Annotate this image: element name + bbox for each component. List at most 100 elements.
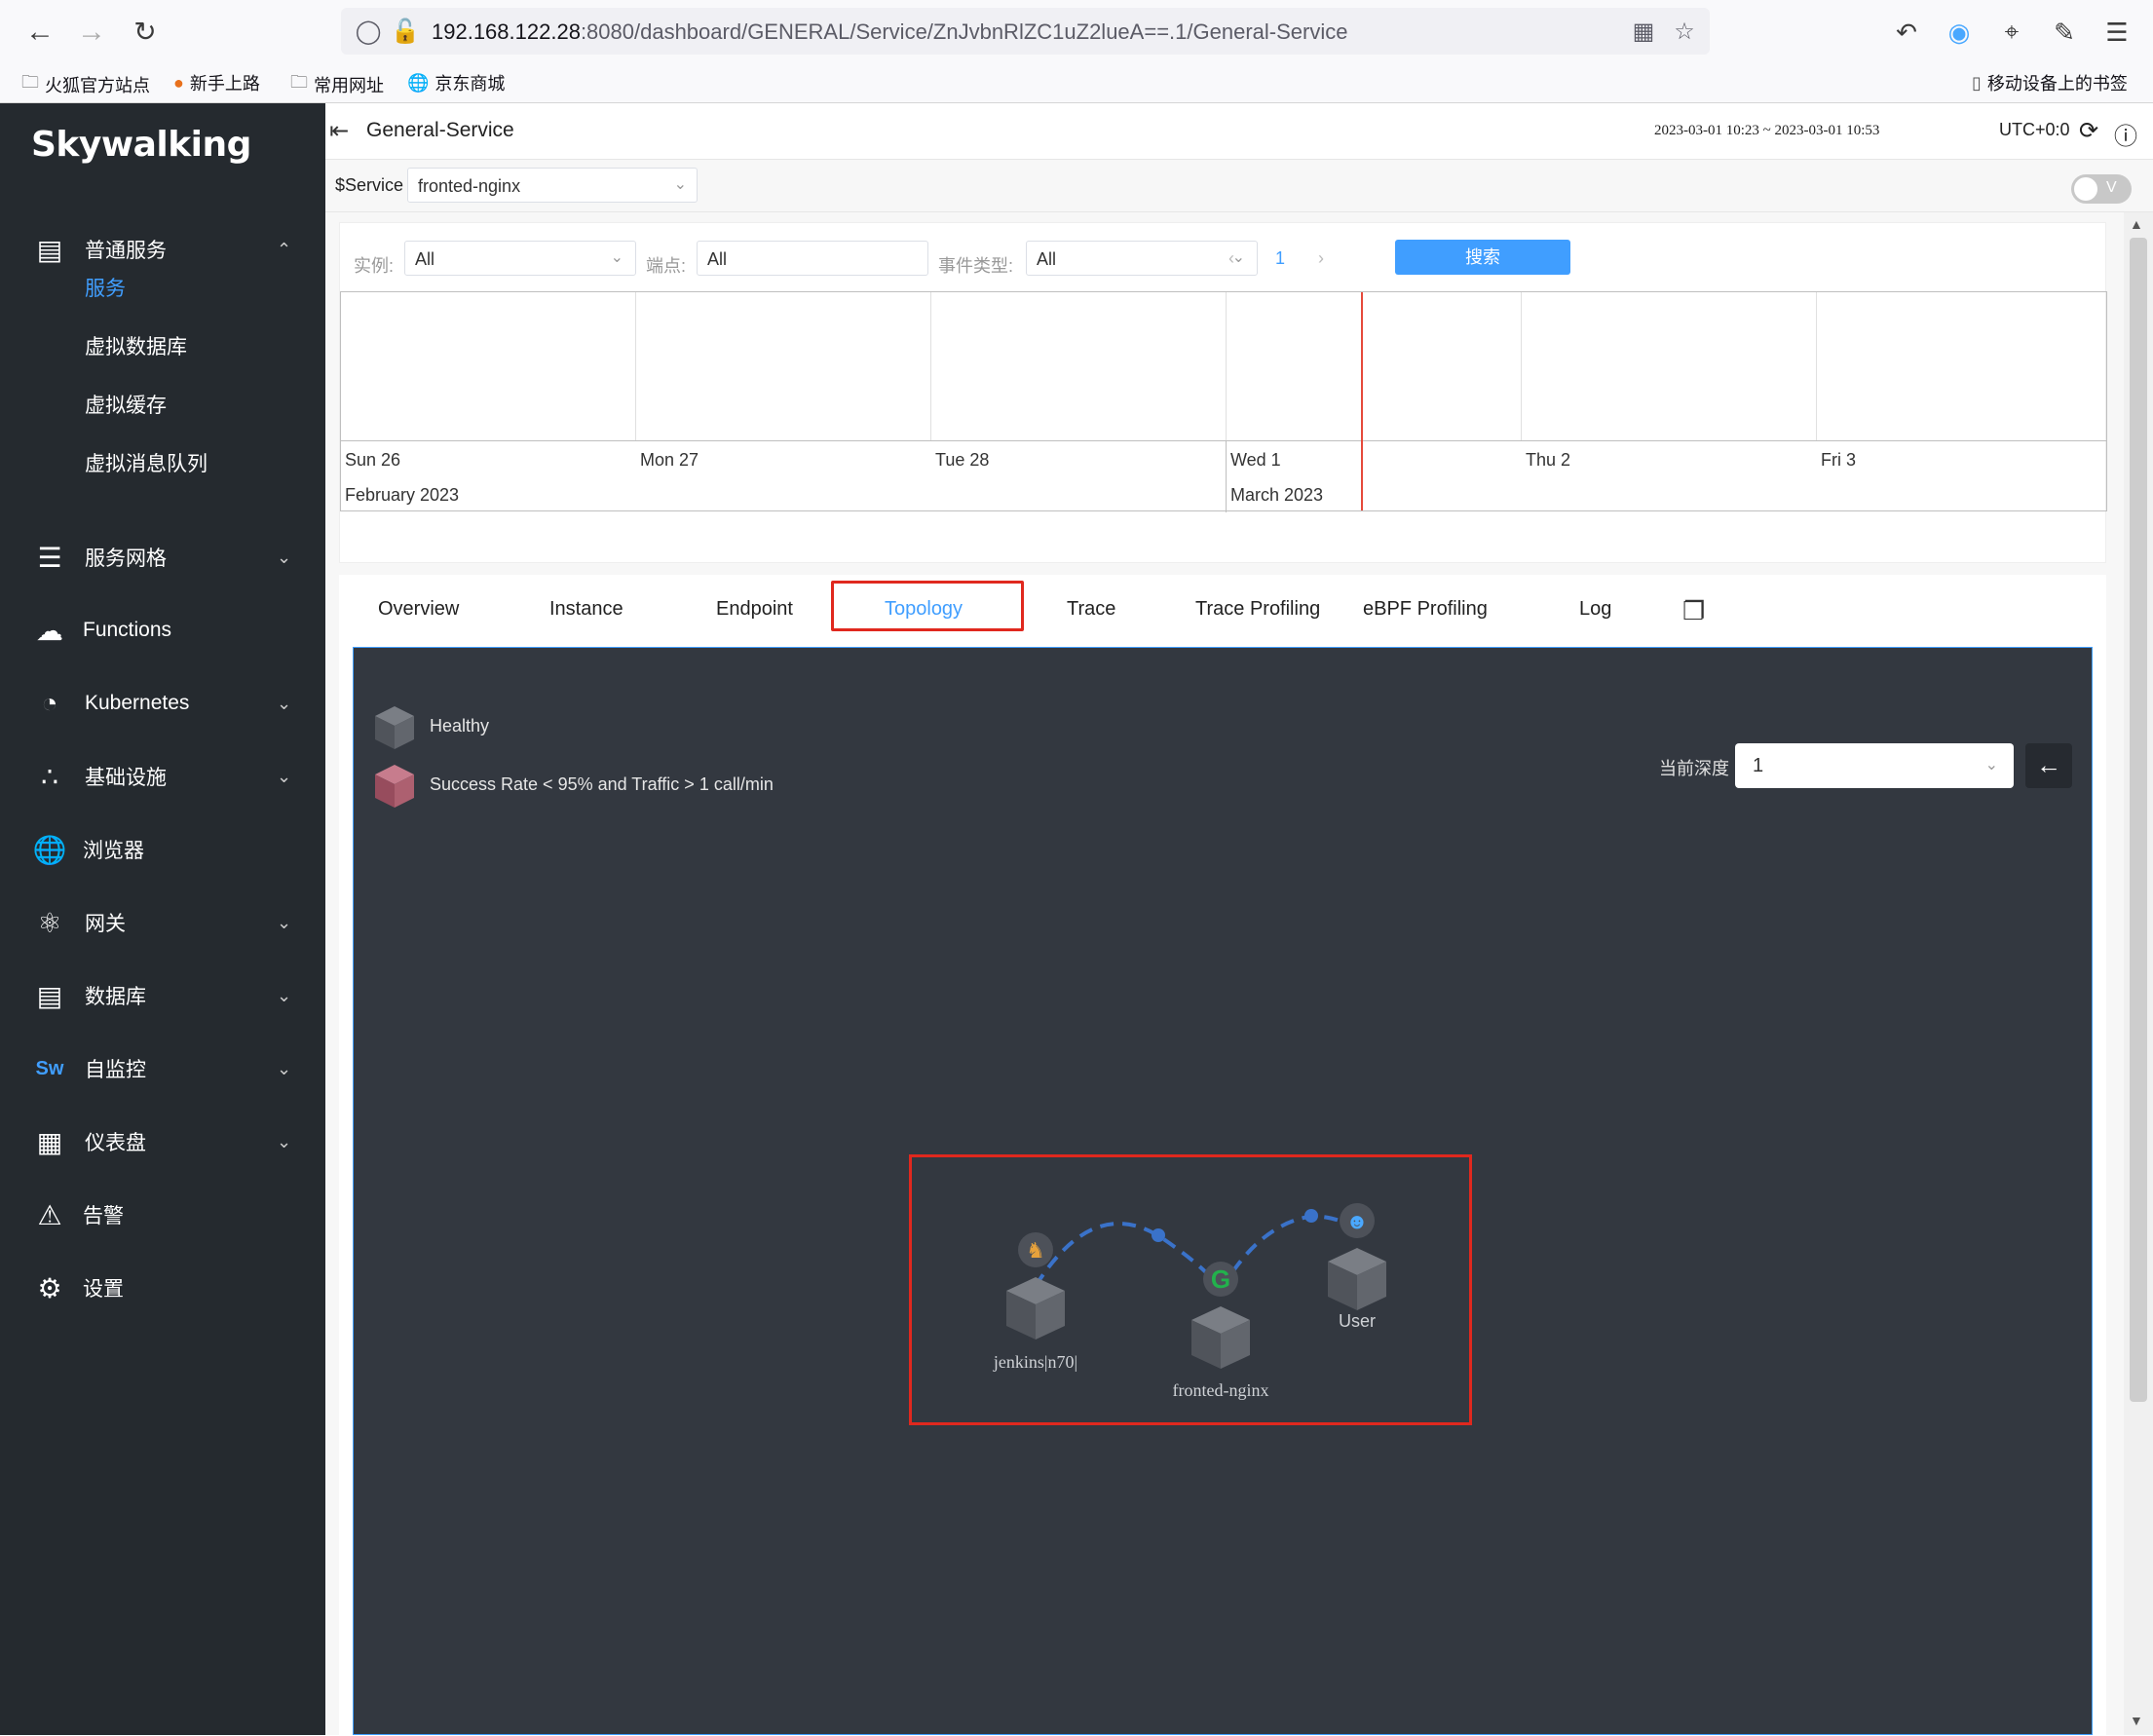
qr-code-icon[interactable]: ▦ [1630, 18, 1657, 45]
sidebar: Skywalking ▤ 普通服务 ⌃ 服务 虚拟数据库 虚拟缓存 虚拟消息队列… [0, 103, 325, 1735]
extensions-puzzle-icon[interactable]: ✎ [2048, 16, 2081, 49]
timezone-label: UTC+0:0 [1999, 120, 2070, 139]
reload-icon[interactable]: ↻ [127, 14, 164, 51]
search-button[interactable]: 搜索 [1395, 240, 1570, 275]
event-type-filter-select[interactable]: All ⌄ [1026, 241, 1258, 276]
timeline-gridline [635, 292, 636, 440]
bookmark-item[interactable]: 🗀 火狐官方站点 [21, 70, 150, 99]
dots-icon: ∴ [41, 761, 58, 792]
scrollbar-thumb[interactable] [2130, 238, 2147, 1402]
globe-icon: 🌐 [407, 72, 430, 93]
extension-circle-icon[interactable]: ◉ [1943, 16, 1976, 49]
sidebar-subitem-virtual-cache[interactable]: 虚拟缓存 [85, 390, 167, 419]
sidebar-item-service-mesh[interactable]: ☰ 服务网格 ⌄ [0, 528, 325, 586]
pager-next-icon[interactable]: › [1318, 248, 1324, 269]
dashboard-icon: ▦ [36, 1126, 63, 1157]
sidebar-subitem-virtual-database[interactable]: 虚拟数据库 [85, 331, 187, 360]
timeline-day-label: Thu 2 [1526, 450, 1571, 470]
instance-filter-select[interactable]: All ⌄ [404, 241, 636, 276]
url-bar[interactable]: ◯ 🔓 192.168.122.28:8080/dashboard/GENERA… [341, 8, 1710, 55]
instance-filter-label: 实例: [354, 256, 395, 276]
timeline-gridline [1816, 292, 1817, 440]
chevron-up-icon: ⌃ [277, 239, 292, 259]
service-select[interactable]: fronted-nginx ⌄ [407, 168, 698, 203]
sidebar-subitem-service[interactable]: 服务 [85, 273, 126, 302]
depth-select[interactable]: 1 ⌄ [1735, 743, 2014, 788]
back-arrow-icon: ← [2036, 750, 2061, 779]
tabs-panel: Overview Instance Endpoint Topology Trac… [339, 575, 2106, 1735]
back-button[interactable]: ← [2025, 743, 2072, 788]
hamburger-menu-icon[interactable]: ☰ [2100, 16, 2134, 49]
undo-icon[interactable]: ↶ [1890, 16, 1923, 49]
endpoint-filter-input[interactable]: All [697, 241, 928, 276]
sidebar-subitem-virtual-mq[interactable]: 虚拟消息队列 [85, 448, 208, 477]
tab-endpoint[interactable]: Endpoint [716, 598, 793, 621]
bookmark-item[interactable]: 🗀 常用网址 [290, 70, 384, 99]
bookmarks-bar: 🗀 火狐官方站点 ● 新手上路 🗀 常用网址 🌐 京东商城 ▯ 移动设备上的书签 [0, 64, 2153, 103]
sidebar-item-kubernetes[interactable]: ◔ Kubernetes ⌄ [0, 674, 325, 733]
endpoint-filter-label: 端点: [646, 256, 687, 276]
time-range[interactable]: 2023-03-01 10:23 ~ 2023-03-01 10:53 [1654, 123, 1879, 139]
star-bookmark-icon[interactable]: ☆ [1671, 18, 1698, 45]
folder-icon: 🗀 [21, 72, 39, 92]
sidebar-item-gateway[interactable]: ⚛ 网关 ⌄ [0, 893, 325, 952]
tab-log[interactable]: Log [1579, 598, 1611, 621]
forward-arrow-icon[interactable]: → [73, 14, 110, 51]
url-text[interactable]: 192.168.122.28:8080/dashboard/GENERAL/Se… [432, 19, 1347, 45]
gear-icon: ⚙ [37, 1272, 62, 1303]
bookmark-item[interactable]: 🌐 京东商城 [407, 70, 505, 95]
sidebar-item-settings[interactable]: ⚙ 设置 [0, 1259, 325, 1317]
collapse-menu-icon[interactable]: ⇤ [329, 117, 349, 145]
insecure-lock-icon[interactable]: 🔓 [391, 18, 420, 45]
timeline-current-time-marker [1361, 292, 1363, 510]
tab-ebpf-profiling[interactable]: eBPF Profiling [1363, 598, 1488, 621]
scroll-up-icon[interactable]: ▲ [2130, 216, 2143, 232]
depth-label: 当前深度 [1659, 759, 1729, 778]
pie-icon: ◔ [41, 688, 58, 718]
cloud-icon: ☁ [36, 615, 63, 646]
sidebar-item-functions[interactable]: ☁ Functions [0, 601, 325, 660]
view-toggle[interactable]: V [2071, 174, 2132, 204]
sidebar-item-infrastructure[interactable]: ∴ 基础设施 ⌄ [0, 747, 325, 806]
timeline-gridline [1521, 292, 1522, 440]
pager-current[interactable]: 1 [1275, 248, 1285, 269]
bookmark-item[interactable]: ● 新手上路 [173, 70, 260, 95]
topology-tab-highlight [831, 581, 1024, 631]
tab-trace[interactable]: Trace [1067, 598, 1115, 621]
crop-icon[interactable]: ⌖ [1995, 16, 2028, 49]
tab-instance[interactable]: Instance [549, 598, 623, 621]
chevron-down-icon: ⌄ [610, 249, 623, 266]
shield-icon[interactable]: ◯ [355, 18, 382, 45]
firefox-icon: ● [173, 72, 184, 93]
copy-icon[interactable]: ❐ [1682, 596, 1705, 626]
refresh-icon[interactable]: ⟳ [2079, 117, 2098, 145]
event-timeline[interactable]: Sun 26 Mon 27 Tue 28 Wed 1 Thu 2 Fri 3 F… [340, 291, 2107, 512]
sidebar-item-browser[interactable]: 🌐 浏览器 [0, 820, 325, 879]
tab-overview[interactable]: Overview [378, 598, 459, 621]
chevron-down-icon: ⌄ [277, 766, 292, 786]
event-panel: 实例: All ⌄ 端点: All 事件类型: All ⌄ ‹ 1 › 搜索 S… [339, 222, 2107, 563]
sidebar-item-database[interactable]: ▤ 数据库 ⌄ [0, 966, 325, 1025]
stack-icon: ☰ [37, 542, 62, 573]
info-icon[interactable]: ⓘ [2114, 117, 2137, 151]
back-arrow-icon[interactable]: ← [21, 14, 58, 51]
legend-healthy: Healthy [430, 716, 490, 736]
sidebar-item-self-monitoring[interactable]: Sw 自监控 ⌄ [0, 1039, 325, 1098]
page-title: General-Service [366, 119, 514, 141]
legend-healthy-cube [375, 706, 414, 749]
pager-prev-icon[interactable]: ‹ [1228, 248, 1234, 269]
service-bar: $Service fronted-nginx ⌄ V [325, 160, 2153, 212]
sidebar-item-general-service[interactable]: ▤ 普通服务 ⌃ [0, 220, 325, 279]
sidebar-item-alerting[interactable]: ⚠ 告警 [0, 1186, 325, 1244]
sidebar-item-dashboard[interactable]: ▦ 仪表盘 ⌄ [0, 1113, 325, 1171]
graph-highlight-box [909, 1154, 1472, 1425]
mobile-bookmarks[interactable]: ▯ 移动设备上的书签 [1972, 70, 2128, 95]
scroll-down-icon[interactable]: ▼ [2130, 1713, 2143, 1728]
chevron-down-icon: ⌄ [673, 176, 687, 193]
tab-trace-profiling[interactable]: Trace Profiling [1195, 598, 1320, 621]
skywalking-logo[interactable]: Skywalking [31, 125, 251, 165]
timeline-month-separator [1226, 440, 1227, 512]
topology-canvas[interactable]: ♞ G ☻ jenkins|n70| fronted-nginx User He… [353, 647, 2093, 1735]
gateway-icon: ⚛ [37, 907, 62, 938]
vertical-scrollbar[interactable]: ▲ ▼ [2124, 212, 2153, 1735]
